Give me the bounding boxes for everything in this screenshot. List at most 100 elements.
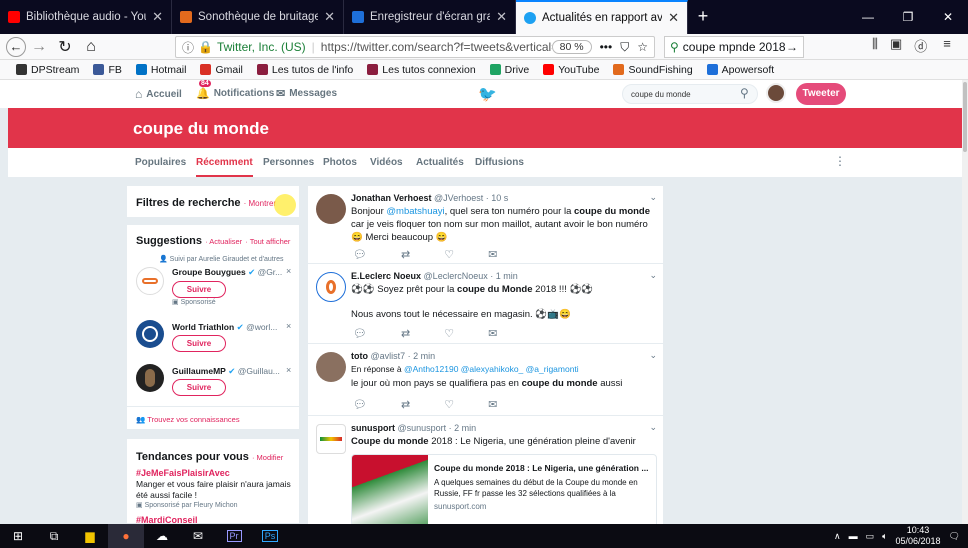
mail-icon[interactable]: ✉ <box>180 524 216 548</box>
retweet-icon[interactable]: ⇄ <box>401 398 410 411</box>
link-card[interactable]: Coupe du monde 2018 : Le Nigeria, une gé… <box>351 454 657 524</box>
battery-icon[interactable]: ▬ <box>849 531 858 541</box>
firefox-icon[interactable]: ● <box>108 524 144 548</box>
avatar[interactable] <box>316 272 346 302</box>
browser-search-box[interactable]: ⚲ coupe mpnde 2018 → <box>664 36 804 58</box>
show-all-link[interactable]: · Tout afficher <box>245 237 290 246</box>
tab-recemment[interactable]: Récemment <box>196 157 253 177</box>
avatar[interactable] <box>136 364 164 392</box>
close-tab-icon[interactable]: ✕ <box>496 9 507 25</box>
bookmark-tutos-info[interactable]: Les tutos de l'info <box>256 64 353 76</box>
chevron-down-icon[interactable]: ⌄ <box>649 350 657 361</box>
close-window-icon[interactable]: ✕ <box>928 0 968 34</box>
tweet-author[interactable]: toto <box>351 351 368 361</box>
tray-expand-icon[interactable]: ∧ <box>834 531 841 542</box>
suggestion-user[interactable]: World Triathlon ✔ @worl... <box>172 322 277 333</box>
url-bar[interactable]: ⓘ 🔒 Twitter, Inc. (US) | https://twitter… <box>175 36 655 58</box>
premiere-icon[interactable]: Pr <box>216 524 252 548</box>
file-explorer-icon[interactable]: ▆ <box>72 524 108 548</box>
tweet-author[interactable]: E.Leclerc Noeux <box>351 271 421 281</box>
retweet-icon[interactable]: ⇄ <box>401 327 410 340</box>
message-icon[interactable]: ✉ <box>488 398 497 411</box>
dismiss-icon[interactable]: × <box>286 321 291 331</box>
avatar[interactable] <box>316 424 346 454</box>
tab-actualites[interactable]: Actualités <box>416 157 464 168</box>
trends-edit-link[interactable]: · Modifier <box>252 453 283 462</box>
retweet-icon[interactable]: ⇄ <box>401 248 410 261</box>
forward-arrow-icon[interactable]: → <box>26 38 52 56</box>
mention-link[interactable]: @mbatshuayi <box>386 206 444 217</box>
like-icon[interactable]: ♡ <box>444 398 454 411</box>
nav-messages[interactable]: ✉ Messages <box>276 87 337 100</box>
restore-icon[interactable]: ❐ <box>888 0 928 34</box>
suggestion-user[interactable]: GuillaumeMP ✔ @Guillau... <box>172 366 280 377</box>
refresh-link[interactable]: · Actualiser <box>205 237 242 246</box>
zoom-level[interactable]: 80 % <box>551 40 592 54</box>
volume-icon[interactable]: 🔈︎ <box>882 531 887 542</box>
home-icon[interactable]: ⌂ <box>78 38 104 56</box>
trend-item[interactable]: #MardiConseil <box>136 515 198 523</box>
bookmark-apowersoft[interactable]: Apowersoft <box>706 64 774 76</box>
message-icon[interactable]: ✉ <box>488 327 497 340</box>
tab-videos[interactable]: Vidéos <box>370 157 403 168</box>
tweet[interactable]: toto @avlist7 · 2 min ⌄ En réponse à @An… <box>308 344 663 416</box>
tweet-button[interactable]: Tweeter <box>796 83 846 105</box>
info-icon[interactable]: ⓘ <box>182 39 194 56</box>
suggestion-user[interactable]: Groupe Bouygues ✔ @Gr... <box>172 267 282 278</box>
menu-icon[interactable]: ≡ <box>943 36 951 55</box>
bookmark-youtube[interactable]: YouTube <box>543 64 599 76</box>
reply-icon[interactable]: 💬︎ <box>353 327 367 340</box>
close-tab-icon[interactable]: ✕ <box>152 9 163 25</box>
dismiss-icon[interactable]: × <box>286 266 291 276</box>
avatar[interactable] <box>766 83 786 103</box>
avatar[interactable] <box>316 194 346 224</box>
find-friends-link[interactable]: 👥 Trouvez vos connaissances <box>136 415 240 424</box>
bookmark-drive[interactable]: Drive <box>489 64 529 76</box>
pocket-icon[interactable]: ⛉ <box>620 40 629 55</box>
windows-start-icon[interactable]: ⊞ <box>0 524 36 548</box>
scrollbar[interactable] <box>962 80 968 524</box>
bookmark-gmail[interactable]: Gmail <box>200 64 243 76</box>
nav-home[interactable]: ⌂ Accueil <box>135 87 182 101</box>
tweet[interactable]: sunusport @sunusport · 2 min ⌄ Coupe du … <box>308 416 663 524</box>
new-tab-button[interactable]: + <box>688 0 718 34</box>
follow-button[interactable]: Suivre <box>172 335 226 352</box>
bookmark-dpstream[interactable]: DPStream <box>16 64 79 76</box>
reply-icon[interactable]: 💬︎ <box>353 248 367 261</box>
page-actions-icon[interactable]: ••• <box>600 40 613 54</box>
chevron-down-icon[interactable]: ⌄ <box>649 192 657 203</box>
search-icon[interactable]: ⚲ <box>740 86 749 100</box>
url-text[interactable]: https://twitter.com/search?f=tweets&vert… <box>321 40 552 54</box>
filters-show-link[interactable]: · Montrer <box>244 199 276 208</box>
bookmark-tutos-connexion[interactable]: Les tutos connexion <box>367 64 476 76</box>
reload-icon[interactable]: ↻ <box>52 37 78 57</box>
browser-tab-youtube[interactable]: Bibliothèque audio - YouTube ✕ <box>0 0 172 34</box>
more-options-icon[interactable]: ⋮ <box>834 154 846 168</box>
bookmark-soundfishing[interactable]: SoundFishing <box>613 64 693 76</box>
network-icon[interactable]: ▭ <box>866 531 875 542</box>
chevron-down-icon[interactable]: ⌄ <box>649 270 657 281</box>
reply-icon[interactable]: 💬︎ <box>353 398 367 411</box>
follow-button[interactable]: Suivre <box>172 379 226 396</box>
tweet[interactable]: Jonathan Verhoest @JVerhoest · 10 s ⌄ Bo… <box>308 186 663 264</box>
avatar[interactable] <box>136 267 164 295</box>
close-tab-icon[interactable]: ✕ <box>324 9 335 25</box>
bookmark-fb[interactable]: FB <box>93 64 122 76</box>
twitter-bird-icon[interactable]: 🐦 <box>478 85 497 103</box>
dismiss-icon[interactable]: × <box>286 365 291 375</box>
nav-notifications[interactable]: 🔔 84 Notifications <box>196 80 274 100</box>
like-icon[interactable]: ♡ <box>444 248 454 261</box>
trend-item[interactable]: #JeMeFaisPlaisirAvec <box>136 468 230 478</box>
close-tab-icon[interactable]: ✕ <box>668 10 679 26</box>
avatar[interactable] <box>136 320 164 348</box>
extension-icon[interactable]: ⓓ <box>914 36 927 55</box>
minimize-icon[interactable]: — <box>848 0 888 34</box>
tweet-author[interactable]: sunusport <box>351 423 395 433</box>
back-arrow-icon[interactable]: ← <box>6 36 26 57</box>
tab-populaires[interactable]: Populaires <box>135 157 186 168</box>
tweet-author[interactable]: Jonathan Verhoest <box>351 193 432 203</box>
library-icon[interactable]: ⫼ <box>872 36 878 55</box>
search-go-icon[interactable]: → <box>786 40 798 54</box>
follow-button[interactable]: Suivre <box>172 281 226 298</box>
media-player-icon[interactable]: ☁ <box>144 524 180 548</box>
